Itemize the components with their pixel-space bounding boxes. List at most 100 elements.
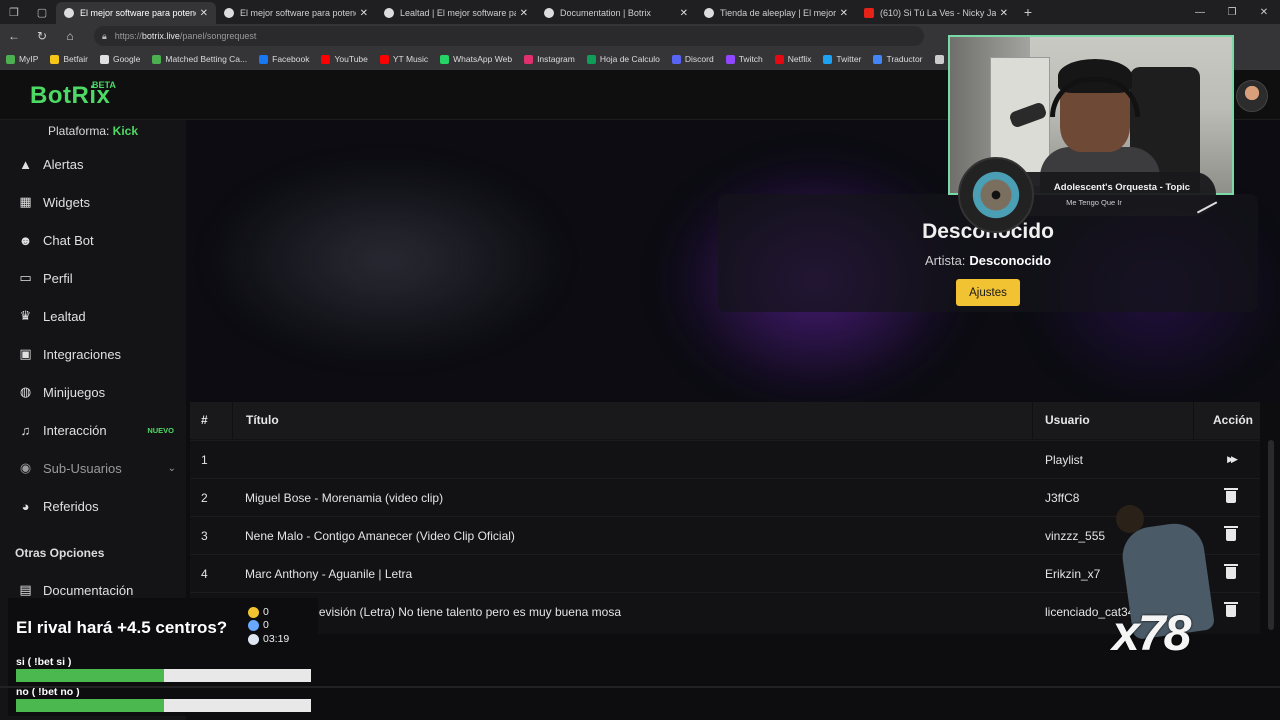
bookmark-item[interactable]: Facebook [259, 54, 309, 64]
multiplier-text: x78 [1112, 605, 1191, 661]
lock-icon: 🔒︎ [102, 30, 107, 41]
tab-title: El mejor software para potenciar [240, 8, 356, 18]
browser-tab[interactable]: Documentation | Botrix ✕ [536, 2, 696, 24]
song-artist: Artista: Desconocido [924, 253, 1052, 268]
settings-button[interactable]: Ajustes [956, 279, 1020, 306]
tab-title: El mejor software para potencia [80, 8, 196, 18]
bookmark-item[interactable]: Betfair [50, 54, 88, 64]
avatar[interactable] [1236, 80, 1268, 112]
bookmark-icon [152, 54, 162, 64]
song-title-cell: Nene Malo - Contigo Amanecer (Video Clip… [245, 529, 515, 543]
reload-icon[interactable]: ↻ [28, 29, 56, 43]
minimize-icon[interactable]: — [1184, 7, 1216, 18]
trash-icon[interactable] [1224, 526, 1238, 541]
favicon-icon [224, 8, 234, 18]
tab-list-icon[interactable]: ▢ [28, 0, 56, 24]
bookmark-item[interactable]: YouTube [321, 54, 368, 64]
browser-tab[interactable]: Tienda de aleeplay | El mejor soft ✕ [696, 2, 856, 24]
bookmark-item[interactable]: Traductor [873, 54, 923, 64]
bet-question: El rival hará +4.5 centros? [16, 618, 228, 637]
close-tab-icon[interactable]: ✕ [840, 8, 848, 19]
back-icon[interactable]: ← [0, 29, 28, 43]
music-note-icon: ♫ [20, 422, 31, 438]
warning-icon: ▲ [19, 156, 32, 172]
trash-icon[interactable] [1224, 564, 1238, 579]
user-cell: J3ffC8 [1045, 491, 1080, 505]
browser-tab[interactable]: Lealtad | El mejor software para p ✕ [376, 2, 536, 24]
close-tab-icon[interactable]: ✕ [200, 8, 208, 19]
table-row: 1 Playlist ▶▶ [190, 440, 1260, 478]
bookmark-icon [524, 54, 534, 64]
bookmark-item[interactable]: MyIP [6, 54, 38, 64]
bookmark-item[interactable]: Discord [671, 54, 714, 64]
widget-song-title: Adolescent's Orquesta - Topic [1053, 182, 1191, 193]
close-tab-icon[interactable]: ✕ [520, 8, 528, 19]
trash-icon[interactable] [1224, 488, 1238, 503]
maximize-icon[interactable]: ❐ [1216, 7, 1248, 18]
favicon-icon [704, 8, 714, 18]
bookmark-item[interactable]: Hoja de Calculo [586, 54, 660, 64]
bookmark-item[interactable]: Twitch [725, 54, 763, 64]
bet-option-label: si ( !bet si ) [16, 656, 72, 668]
new-badge: NUEVO [147, 425, 174, 435]
trash-icon[interactable] [1224, 602, 1238, 617]
sidebar-item-alertas[interactable]: ▲ Alertas [0, 146, 186, 182]
table-row: 2 Miguel Bose - Morenamia (video clip) J3f… [190, 478, 1260, 516]
bookmark-icon [586, 54, 596, 64]
user-group-icon: ◕ [21, 498, 30, 514]
browser-tab[interactable]: El mejor software para potencia ✕ [56, 2, 216, 24]
row-number: 3 [201, 529, 208, 543]
bookmark-icon [725, 54, 735, 64]
browser-tab[interactable]: El mejor software para potenciar ✕ [216, 2, 376, 24]
browser-menu-icon[interactable]: ❐ [0, 0, 28, 24]
platform-indicator: Plataforma: Kick [47, 124, 139, 138]
table-header: # Título Usuario Acción [190, 402, 1260, 439]
tab-title: Documentation | Botrix [560, 8, 651, 18]
browser-tab-bar: ❐ ▢ El mejor software para potencia ✕ El m… [0, 0, 1280, 24]
book-icon: ▤ [19, 582, 32, 597]
queue-scrollbar[interactable] [1268, 440, 1274, 630]
sidebar-item-interacci-n[interactable]: ♫ Interacción NUEVO [0, 412, 186, 448]
bookmark-item[interactable]: Google [99, 54, 140, 64]
sidebar-item-minijuegos[interactable]: ◍ Minijuegos [0, 374, 186, 410]
tab-title: Lealtad | El mejor software para p [400, 8, 516, 18]
sidebar-item-widgets[interactable]: ▦ Widgets [0, 184, 186, 220]
bookmark-item[interactable]: Netflix [774, 54, 811, 64]
other-options-heading: Otras Opciones [15, 546, 105, 560]
user-cell: vinzzz_555 [1045, 529, 1106, 543]
album-disc-icon [958, 157, 1034, 233]
sidebar-item-sub-usuarios[interactable]: ◉ Sub-Usuarios ⌄ [0, 450, 186, 486]
tab-title: Tienda de aleeplay | El mejor soft [720, 8, 836, 18]
bookmark-icon [440, 54, 450, 64]
url-field[interactable]: 🔒︎ https://botrix.live/panel/songrequest [94, 26, 924, 46]
bet-timer: 03:19 [248, 633, 289, 645]
sidebar-item-referidos[interactable]: ◕ Referidos [0, 488, 186, 524]
gamepad-icon: ◍ [19, 384, 32, 399]
trophy-icon: ♛ [19, 308, 32, 323]
bookmark-item[interactable]: YT Music [379, 54, 428, 64]
home-icon[interactable]: ⌂ [56, 29, 84, 43]
sidebar-item-chat-bot[interactable]: ☻ Chat Bot [0, 222, 186, 258]
bet-coins: 0 [248, 606, 269, 618]
browser-tab[interactable]: (610) Si Tú La Ves - Nicky Jam Ft. ✕ [856, 2, 1016, 24]
bookmark-item[interactable]: WhatsApp Web [440, 54, 512, 64]
bet-option-bar [16, 669, 311, 682]
skip-forward-icon[interactable]: ▶▶ [1224, 454, 1238, 470]
new-tab-button[interactable]: + [1016, 4, 1040, 20]
close-tab-icon[interactable]: ✕ [1000, 8, 1008, 19]
chevron-down-icon[interactable]: ⌄ [168, 463, 176, 474]
clock-icon [248, 633, 259, 645]
bookmark-item[interactable]: Twitter [823, 54, 861, 64]
sidebar-item-integraciones[interactable]: ▣ Integraciones [0, 336, 186, 372]
close-tab-icon[interactable]: ✕ [680, 8, 688, 19]
close-window-icon[interactable]: ✕ [1248, 7, 1280, 18]
sidebar-item-lealtad[interactable]: ♛ Lealtad [0, 298, 186, 334]
sidebar-item-perfil[interactable]: ▭ Perfil [0, 260, 186, 296]
bookmark-item[interactable]: Matched Betting Ca... [152, 54, 247, 64]
bookmark-icon [379, 54, 389, 64]
bookmark-item[interactable]: Instagram [524, 54, 575, 64]
close-tab-icon[interactable]: ✕ [360, 8, 368, 19]
bet-overlay: El rival hará +4.5 centros? 0 0 03:19 si… [8, 598, 318, 716]
robot-icon: ☻ [18, 232, 33, 248]
grid-icon: ▦ [19, 194, 32, 209]
